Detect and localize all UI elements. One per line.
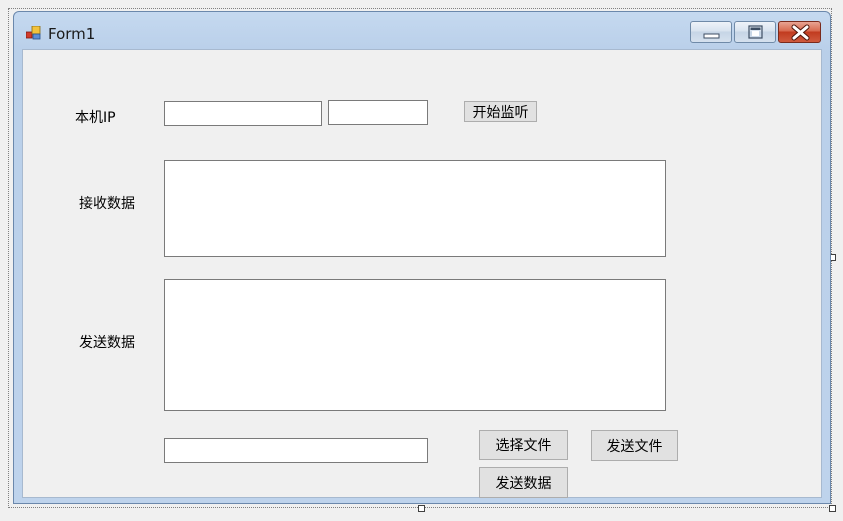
close-icon bbox=[791, 24, 810, 41]
client-area: 本机IP 开始监听 接收数据 发送数据 选择文件 发送文件 发送数据 bbox=[22, 49, 822, 498]
receive-data-label: 接收数据 bbox=[79, 196, 135, 212]
window-title: Form1 bbox=[48, 25, 96, 43]
port-input[interactable] bbox=[328, 100, 428, 125]
local-ip-label: 本机IP bbox=[75, 110, 116, 126]
send-data-textbox[interactable] bbox=[164, 279, 666, 411]
maximize-button[interactable] bbox=[734, 21, 776, 43]
resize-handle-bottom[interactable] bbox=[418, 505, 425, 512]
minimize-icon bbox=[703, 33, 720, 39]
ip-input[interactable] bbox=[164, 101, 322, 126]
app-icon bbox=[26, 26, 41, 40]
title-bar[interactable]: Form1 bbox=[14, 12, 830, 48]
minimize-button[interactable] bbox=[690, 21, 732, 43]
start-listen-button[interactable]: 开始监听 bbox=[464, 101, 537, 122]
maximize-icon bbox=[748, 25, 763, 39]
resize-handle-corner[interactable] bbox=[829, 505, 836, 512]
send-file-button[interactable]: 发送文件 bbox=[591, 430, 678, 461]
send-data-label: 发送数据 bbox=[79, 335, 135, 351]
close-button[interactable] bbox=[778, 21, 821, 43]
select-file-button[interactable]: 选择文件 bbox=[479, 430, 568, 460]
receive-data-textbox[interactable] bbox=[164, 160, 666, 257]
file-path-input[interactable] bbox=[164, 438, 428, 463]
form-window: Form1 本机IP 开始监听 接收数据 发送数据 选择文件 发送文件 发送数据 bbox=[13, 11, 831, 504]
send-data-button[interactable]: 发送数据 bbox=[479, 467, 568, 498]
